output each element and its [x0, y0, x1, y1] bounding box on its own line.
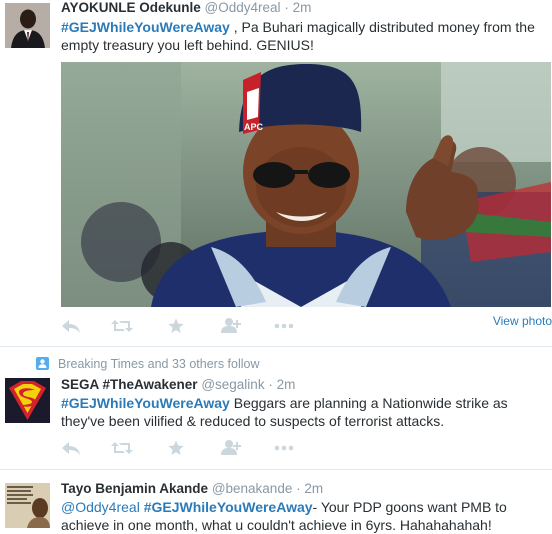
tweet-header: AYOKUNLE Odekunle @Oddy4real · 2m — [61, 0, 311, 15]
tweet-text: #GEJWhileYouWereAway Beggars are plannin… — [61, 394, 541, 430]
user-handle[interactable]: @segalink — [201, 377, 264, 392]
timestamp[interactable]: 2m — [277, 377, 296, 392]
avatar[interactable] — [5, 3, 50, 48]
avatar[interactable] — [5, 378, 50, 423]
person-icon — [36, 357, 49, 370]
user-name[interactable]: SEGA #TheAwakener — [61, 377, 198, 392]
separator-dot: · — [268, 377, 273, 392]
retweet-icon[interactable] — [111, 318, 135, 338]
tweet-header: SEGA #TheAwakener @segalink · 2m — [61, 377, 295, 392]
separator-dot: · — [296, 481, 301, 496]
more-icon[interactable] — [274, 440, 298, 460]
follow-context-text[interactable]: Breaking Times and 33 others follow — [58, 357, 260, 371]
separator-dot: · — [284, 0, 289, 15]
tweet-text: #GEJWhileYouWereAway , Pa Buhari magical… — [61, 18, 541, 54]
follow-icon[interactable] — [221, 440, 245, 460]
mention-link[interactable]: @Oddy4real — [61, 499, 140, 515]
reply-icon[interactable] — [61, 318, 85, 338]
hashtag-link[interactable]: #GEJWhileYouWereAway — [61, 395, 230, 411]
timestamp[interactable]: 2m — [293, 0, 312, 15]
reply-icon[interactable] — [61, 440, 85, 460]
favorite-icon[interactable] — [168, 440, 192, 460]
hashtag-link[interactable]: #GEJWhileYouWereAway — [61, 19, 230, 35]
timestamp[interactable]: 2m — [304, 481, 323, 496]
cap-logo-text: APC — [244, 122, 264, 132]
tweet-header: Tayo Benjamin Akande @benakande · 2m — [61, 481, 323, 496]
view-photo-link[interactable]: View photo — [493, 314, 552, 328]
retweet-icon[interactable] — [111, 440, 135, 460]
user-handle[interactable]: @Oddy4real — [205, 0, 281, 15]
favorite-icon[interactable] — [168, 318, 192, 338]
hashtag-link[interactable]: #GEJWhileYouWereAway — [144, 499, 313, 515]
user-name[interactable]: Tayo Benjamin Akande — [61, 481, 208, 496]
user-handle[interactable]: @benakande — [212, 481, 293, 496]
divider — [0, 346, 552, 347]
tweet-text: @Oddy4real #GEJWhileYouWereAway- Your PD… — [61, 498, 541, 534]
follow-icon[interactable] — [221, 318, 245, 338]
follow-context: Breaking Times and 33 others follow — [36, 357, 260, 371]
tweet-photo[interactable]: APC — [61, 62, 551, 307]
user-name[interactable]: AYOKUNLE Odekunle — [61, 0, 201, 15]
more-icon[interactable] — [274, 318, 298, 338]
avatar[interactable] — [5, 483, 50, 528]
divider — [0, 469, 552, 470]
